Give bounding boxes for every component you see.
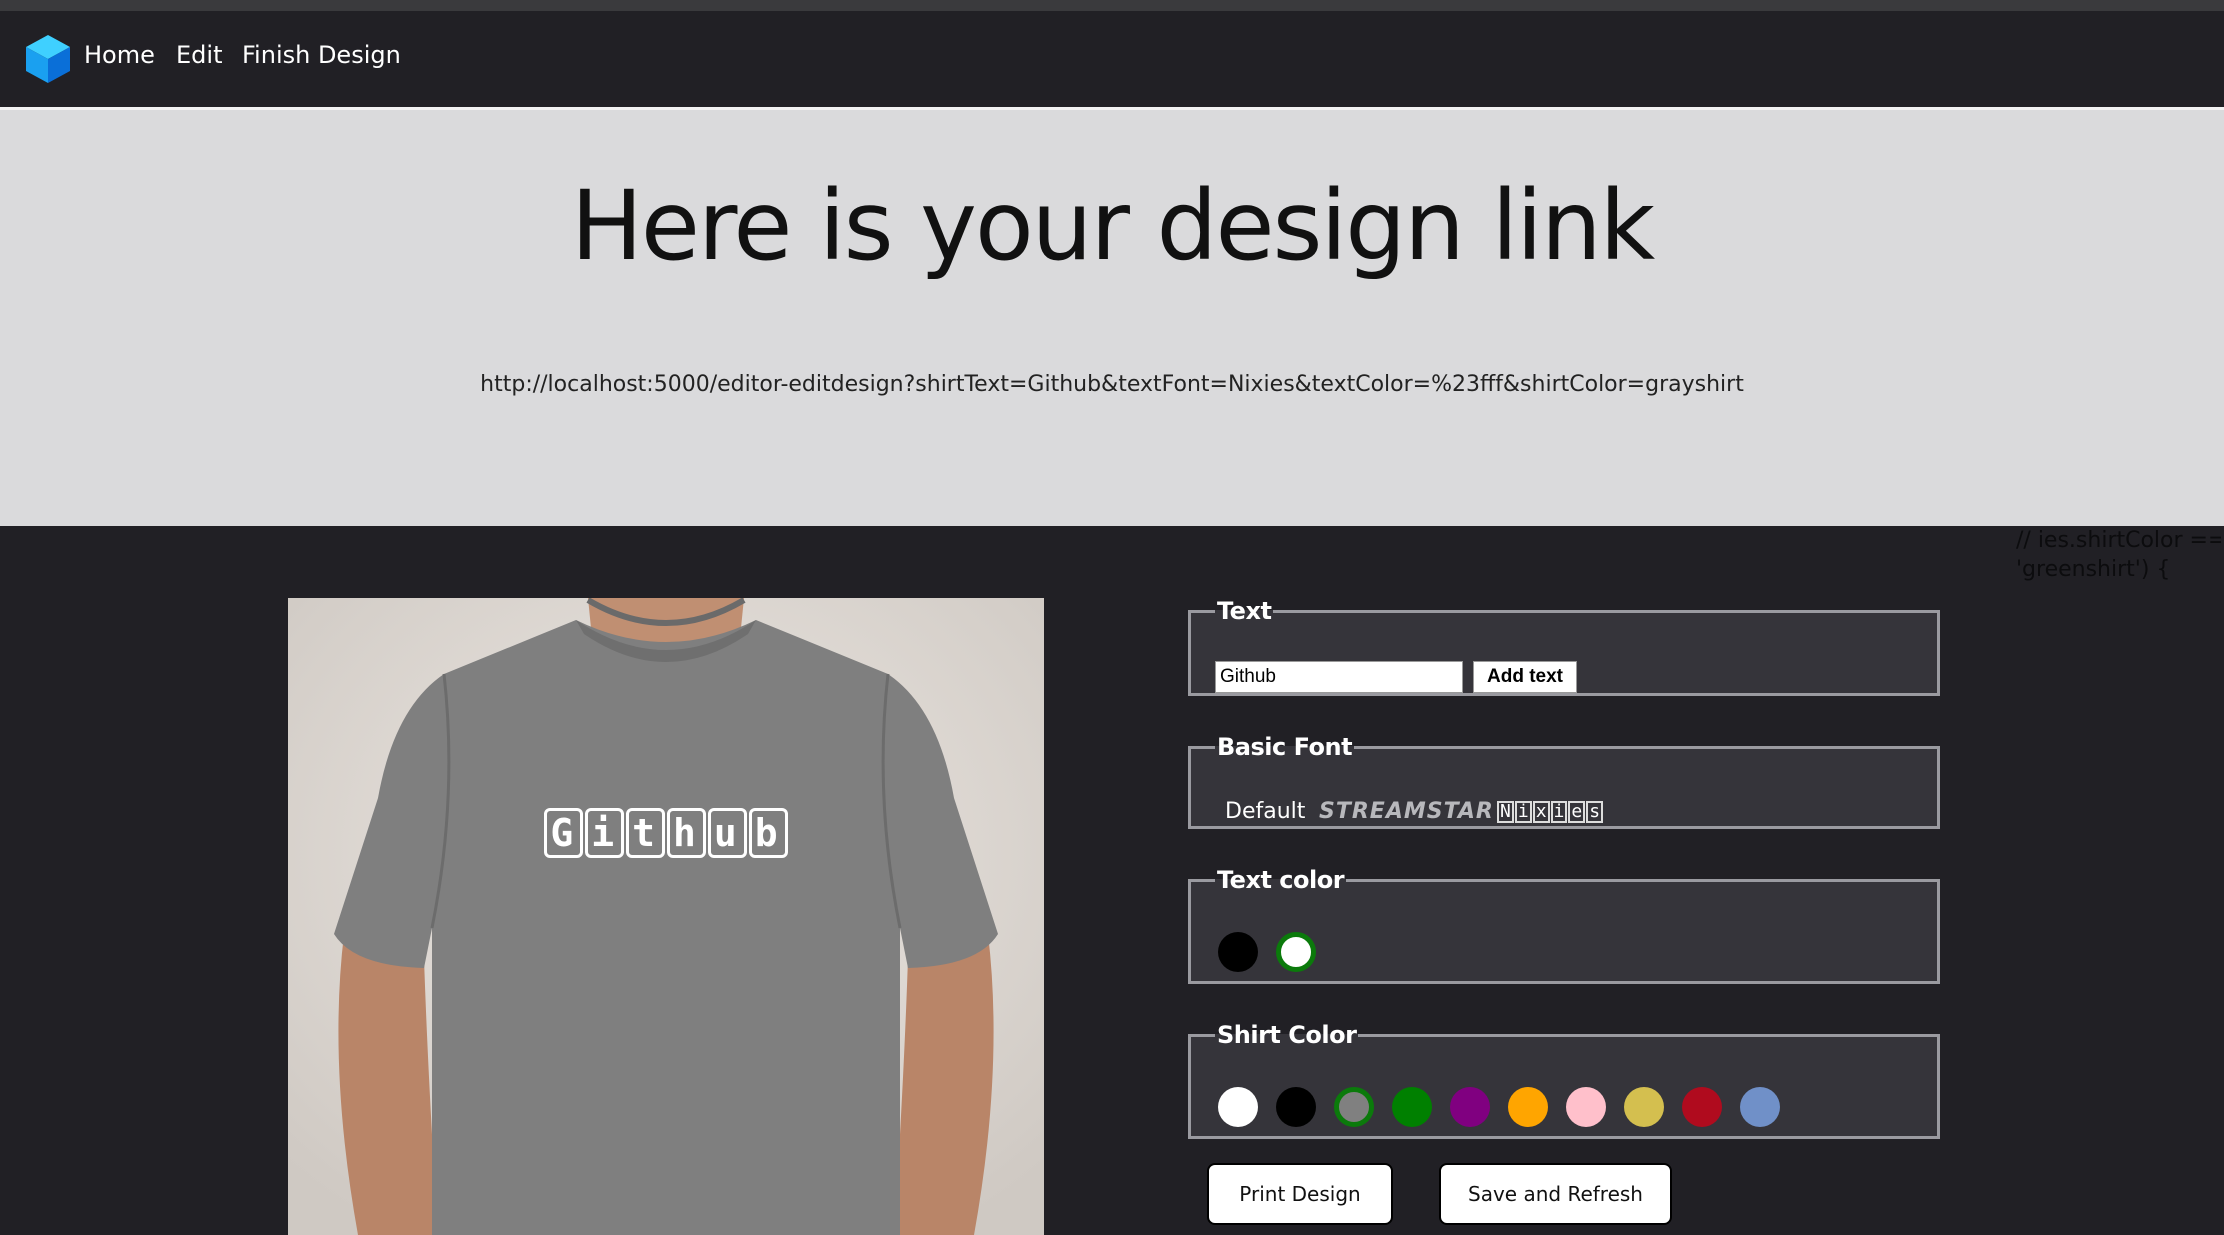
nixies-letter: N — [1497, 801, 1514, 823]
shirt-print-text: Github — [288, 808, 1044, 858]
shirt-color-swatch[interactable] — [1276, 1087, 1316, 1127]
add-text-button[interactable]: Add text — [1473, 661, 1577, 693]
design-link[interactable]: http://localhost:5000/editor-editdesign?… — [0, 372, 2224, 397]
shirt-color-swatch[interactable] — [1508, 1087, 1548, 1127]
nixies-letter: i — [1514, 801, 1532, 823]
hero-section: Here is your design link http://localhos… — [0, 110, 2224, 526]
shirt-color-swatch[interactable] — [1624, 1087, 1664, 1127]
nixies-letter: x — [1532, 801, 1550, 823]
nixies-letter: i — [1550, 801, 1568, 823]
shirt-color-swatch[interactable] — [1450, 1087, 1490, 1127]
shirt-color-swatch[interactable] — [1740, 1087, 1780, 1127]
code-line: // ies.shirtColor == — [2016, 528, 2221, 553]
nav-link-edit[interactable]: Edit — [176, 41, 222, 69]
shirt-color-group: Shirt Color — [1188, 1021, 1940, 1139]
shirt-color-swatch[interactable] — [1566, 1087, 1606, 1127]
shirt-print-letter: t — [626, 808, 665, 858]
shirt-preview: Github — [288, 598, 1044, 1235]
shirt-color-swatch[interactable] — [1682, 1087, 1722, 1127]
text-color-swatch[interactable] — [1218, 932, 1258, 972]
code-line: 'greenshirt') { — [2016, 557, 2171, 582]
shirt-print-letter: i — [585, 808, 625, 858]
nixies-letter: s — [1586, 801, 1604, 823]
font-option-nixies[interactable]: Nixies — [1497, 801, 1604, 823]
text-color-swatch[interactable] — [1276, 932, 1316, 972]
cube-icon[interactable] — [24, 33, 72, 85]
font-group: Basic Font Default STREAMSTAR Nixies — [1188, 733, 1940, 829]
font-option-default[interactable]: Default — [1225, 799, 1305, 824]
font-option-streamstar[interactable]: STREAMSTAR — [1319, 799, 1494, 824]
nixies-letter: e — [1568, 801, 1586, 823]
shirt-color-swatch[interactable] — [1218, 1087, 1258, 1127]
stray-code-text: // ies.shirtColor == 'greenshirt') { — [2016, 526, 2221, 584]
text-color-group: Text color — [1188, 866, 1940, 984]
shirt-color-group-legend: Shirt Color — [1217, 1021, 1357, 1049]
tshirt-image — [288, 598, 1044, 1235]
text-group: Text Add text — [1188, 597, 1940, 696]
nav-link-finish-design[interactable]: Finish Design — [242, 41, 401, 69]
shirt-print-letter: u — [707, 808, 747, 858]
shirt-color-swatch[interactable] — [1392, 1087, 1432, 1127]
navbar: Home Edit Finish Design — [0, 11, 2224, 110]
page-title: Here is your design link — [570, 170, 1656, 282]
text-group-legend: Text — [1217, 597, 1272, 625]
shirt-color-swatch[interactable] — [1334, 1087, 1374, 1127]
shirt-print-letter: b — [748, 808, 788, 858]
print-design-button[interactable]: Print Design — [1207, 1163, 1393, 1225]
shirt-text-input[interactable] — [1215, 661, 1463, 693]
nav-link-home[interactable]: Home — [84, 41, 155, 69]
text-color-group-legend: Text color — [1217, 866, 1345, 894]
window-top-strip — [0, 0, 2224, 11]
shirt-print-letter: h — [667, 808, 706, 858]
save-and-refresh-button[interactable]: Save and Refresh — [1439, 1163, 1672, 1225]
font-group-legend: Basic Font — [1217, 733, 1353, 761]
shirt-print-letter: G — [544, 808, 584, 858]
